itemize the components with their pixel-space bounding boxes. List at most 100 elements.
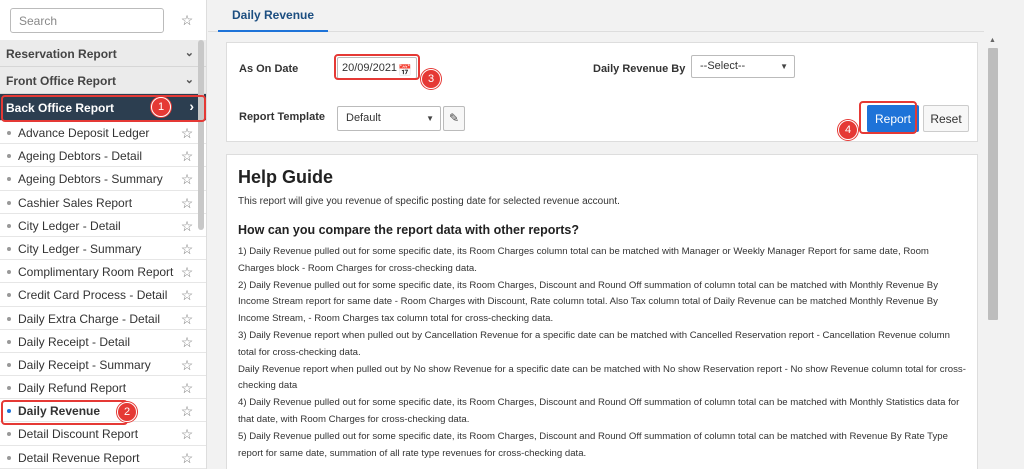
report-template-select[interactable]: Default ▼ [337, 106, 441, 131]
search-input[interactable] [10, 8, 164, 33]
tab-bar: Daily Revenue [208, 0, 984, 32]
pencil-icon: ✎ [448, 111, 460, 125]
list-item-label: Daily Receipt - Detail [18, 334, 131, 349]
main-scrollbar-thumb[interactable] [988, 48, 998, 320]
star-icon[interactable]: ☆ [180, 149, 194, 163]
list-item-label: Complimentary Room Report [18, 265, 174, 280]
help-point: 1) Daily Revenue pulled out for some spe… [238, 246, 929, 274]
bullet-icon [7, 177, 11, 182]
list-item-label: Cashier Sales Report [18, 195, 133, 210]
as-on-date-label: As On Date [239, 63, 299, 75]
list-item-label: Daily Receipt - Summary [18, 357, 151, 372]
sidebar-scrollbar[interactable] [198, 40, 204, 230]
section-reservation-report[interactable]: Reservation Report ⌄ [0, 40, 206, 67]
bullet-icon [7, 223, 11, 228]
list-item[interactable]: Advance Deposit Ledger ☆ [0, 121, 206, 145]
revenue-by-value: --Select-- [700, 60, 746, 72]
list-item-label: Detail Revenue Report [18, 450, 140, 465]
help-point: 2) Daily Revenue pulled out for some spe… [238, 279, 938, 325]
sidebar-search-row: ☆ [0, 0, 206, 40]
scroll-up-icon[interactable]: ▲ [989, 37, 996, 44]
list-item[interactable]: Ageing Debtors - Summary ☆ [0, 167, 206, 191]
star-icon[interactable]: ☆ [180, 358, 194, 372]
list-item-label: Ageing Debtors - Detail [18, 149, 143, 164]
annotation-box [859, 101, 917, 134]
list-item-label: City Ledger - Summary [18, 241, 142, 256]
star-icon[interactable]: ☆ [180, 312, 194, 326]
bullet-icon [7, 154, 11, 159]
help-point: 5) Daily Revenue pulled out for some spe… [238, 430, 948, 459]
bullet-icon [7, 270, 11, 275]
star-icon[interactable]: ☆ [180, 451, 194, 465]
bullet-icon [7, 131, 11, 135]
list-item[interactable]: City Ledger - Summary ☆ [0, 236, 206, 261]
sidebar: ☆ Reservation Report ⌄ Front Office Repo… [0, 0, 207, 469]
list-item[interactable]: Daily Receipt - Summary ☆ [0, 352, 206, 377]
star-icon[interactable]: ☆ [180, 335, 194, 349]
bullet-icon [7, 362, 11, 367]
report-template-value: Default [346, 112, 381, 124]
list-item-label: Daily Extra Charge - Detail [18, 311, 161, 326]
list-item[interactable]: Detail Revenue Report ☆ [0, 445, 206, 469]
star-icon[interactable]: ☆ [180, 219, 194, 233]
annotation-badge: 4 [838, 120, 858, 140]
help-point: 3) Daily Revenue report when pulled out … [238, 329, 950, 358]
star-icon[interactable]: ☆ [180, 242, 194, 256]
bullet-icon [7, 339, 11, 344]
bullet-icon [7, 432, 11, 437]
annotation-box [1, 95, 206, 122]
list-item-label: Detail Discount Report [18, 427, 139, 442]
edit-template-button[interactable]: ✎ [443, 106, 465, 131]
list-item[interactable]: Credit Card Process - Detail ☆ [0, 283, 206, 307]
star-icon[interactable]: ☆ [180, 172, 194, 186]
star-icon[interactable]: ☆ [180, 126, 194, 140]
list-item[interactable]: Daily Refund Report ☆ [0, 376, 206, 400]
section-label: Front Office Report [6, 74, 116, 88]
list-item[interactable]: City Ledger - Detail ☆ [0, 213, 206, 237]
bullet-icon [7, 316, 11, 321]
caret-down-icon: ▼ [426, 114, 434, 123]
revenue-by-label: Daily Revenue By [593, 63, 686, 75]
revenue-by-select[interactable]: --Select-- ▼ [691, 55, 795, 78]
help-title: Help Guide [238, 167, 334, 187]
star-icon[interactable]: ☆ [180, 288, 194, 302]
help-point: 4) Daily Revenue pulled out for some spe… [238, 397, 960, 425]
annotation-badge: 2 [117, 402, 137, 422]
list-item[interactable]: Daily Receipt - Detail ☆ [0, 329, 206, 353]
star-icon[interactable]: ☆ [180, 381, 194, 395]
bullet-icon [7, 200, 11, 205]
list-item[interactable]: Complimentary Room Report ☆ [0, 260, 206, 284]
annotation-badge: 3 [421, 69, 441, 89]
list-item[interactable]: Ageing Debtors - Detail ☆ [0, 144, 206, 168]
star-icon[interactable]: ☆ [180, 404, 194, 418]
chevron-down-icon: ⌄ [184, 74, 194, 86]
bullet-icon [7, 293, 11, 298]
list-item[interactable]: Daily Extra Charge - Detail ☆ [0, 306, 206, 330]
list-item-label: Daily Refund Report [18, 381, 127, 396]
list-item-label: Credit Card Process - Detail [18, 288, 168, 303]
section-front-office-report[interactable]: Front Office Report ⌄ [0, 67, 206, 94]
annotation-badge: 1 [151, 97, 171, 117]
main-content: Daily Revenue As On Date 20/09/2021 📅 Da… [208, 0, 1024, 469]
star-icon[interactable]: ☆ [180, 265, 194, 279]
help-point: Daily Revenue report when pulled out by … [238, 363, 966, 392]
star-icon[interactable]: ☆ [180, 13, 194, 27]
list-item[interactable]: Detail Discount Report ☆ [0, 422, 206, 446]
bullet-icon [7, 246, 11, 251]
list-item-label: Ageing Debtors - Summary [18, 172, 163, 187]
reset-button[interactable]: Reset [923, 105, 969, 132]
star-icon[interactable]: ☆ [180, 427, 194, 441]
help-intro: This report will give you revenue of spe… [238, 196, 620, 207]
chevron-down-icon: ⌄ [184, 47, 194, 59]
section-label: Reservation Report [6, 47, 117, 61]
star-icon[interactable]: ☆ [180, 196, 194, 210]
caret-down-icon: ▼ [780, 62, 788, 71]
annotation-box [334, 54, 420, 80]
tab-daily-revenue[interactable]: Daily Revenue [218, 8, 329, 32]
list-item[interactable]: Cashier Sales Report ☆ [0, 190, 206, 214]
help-subtitle: How can you compare the report data with… [238, 223, 580, 237]
annotation-box [1, 400, 128, 425]
list-item-label: City Ledger - Detail [18, 218, 121, 233]
bullet-icon [7, 455, 11, 460]
report-template-label: Report Template [239, 111, 325, 123]
